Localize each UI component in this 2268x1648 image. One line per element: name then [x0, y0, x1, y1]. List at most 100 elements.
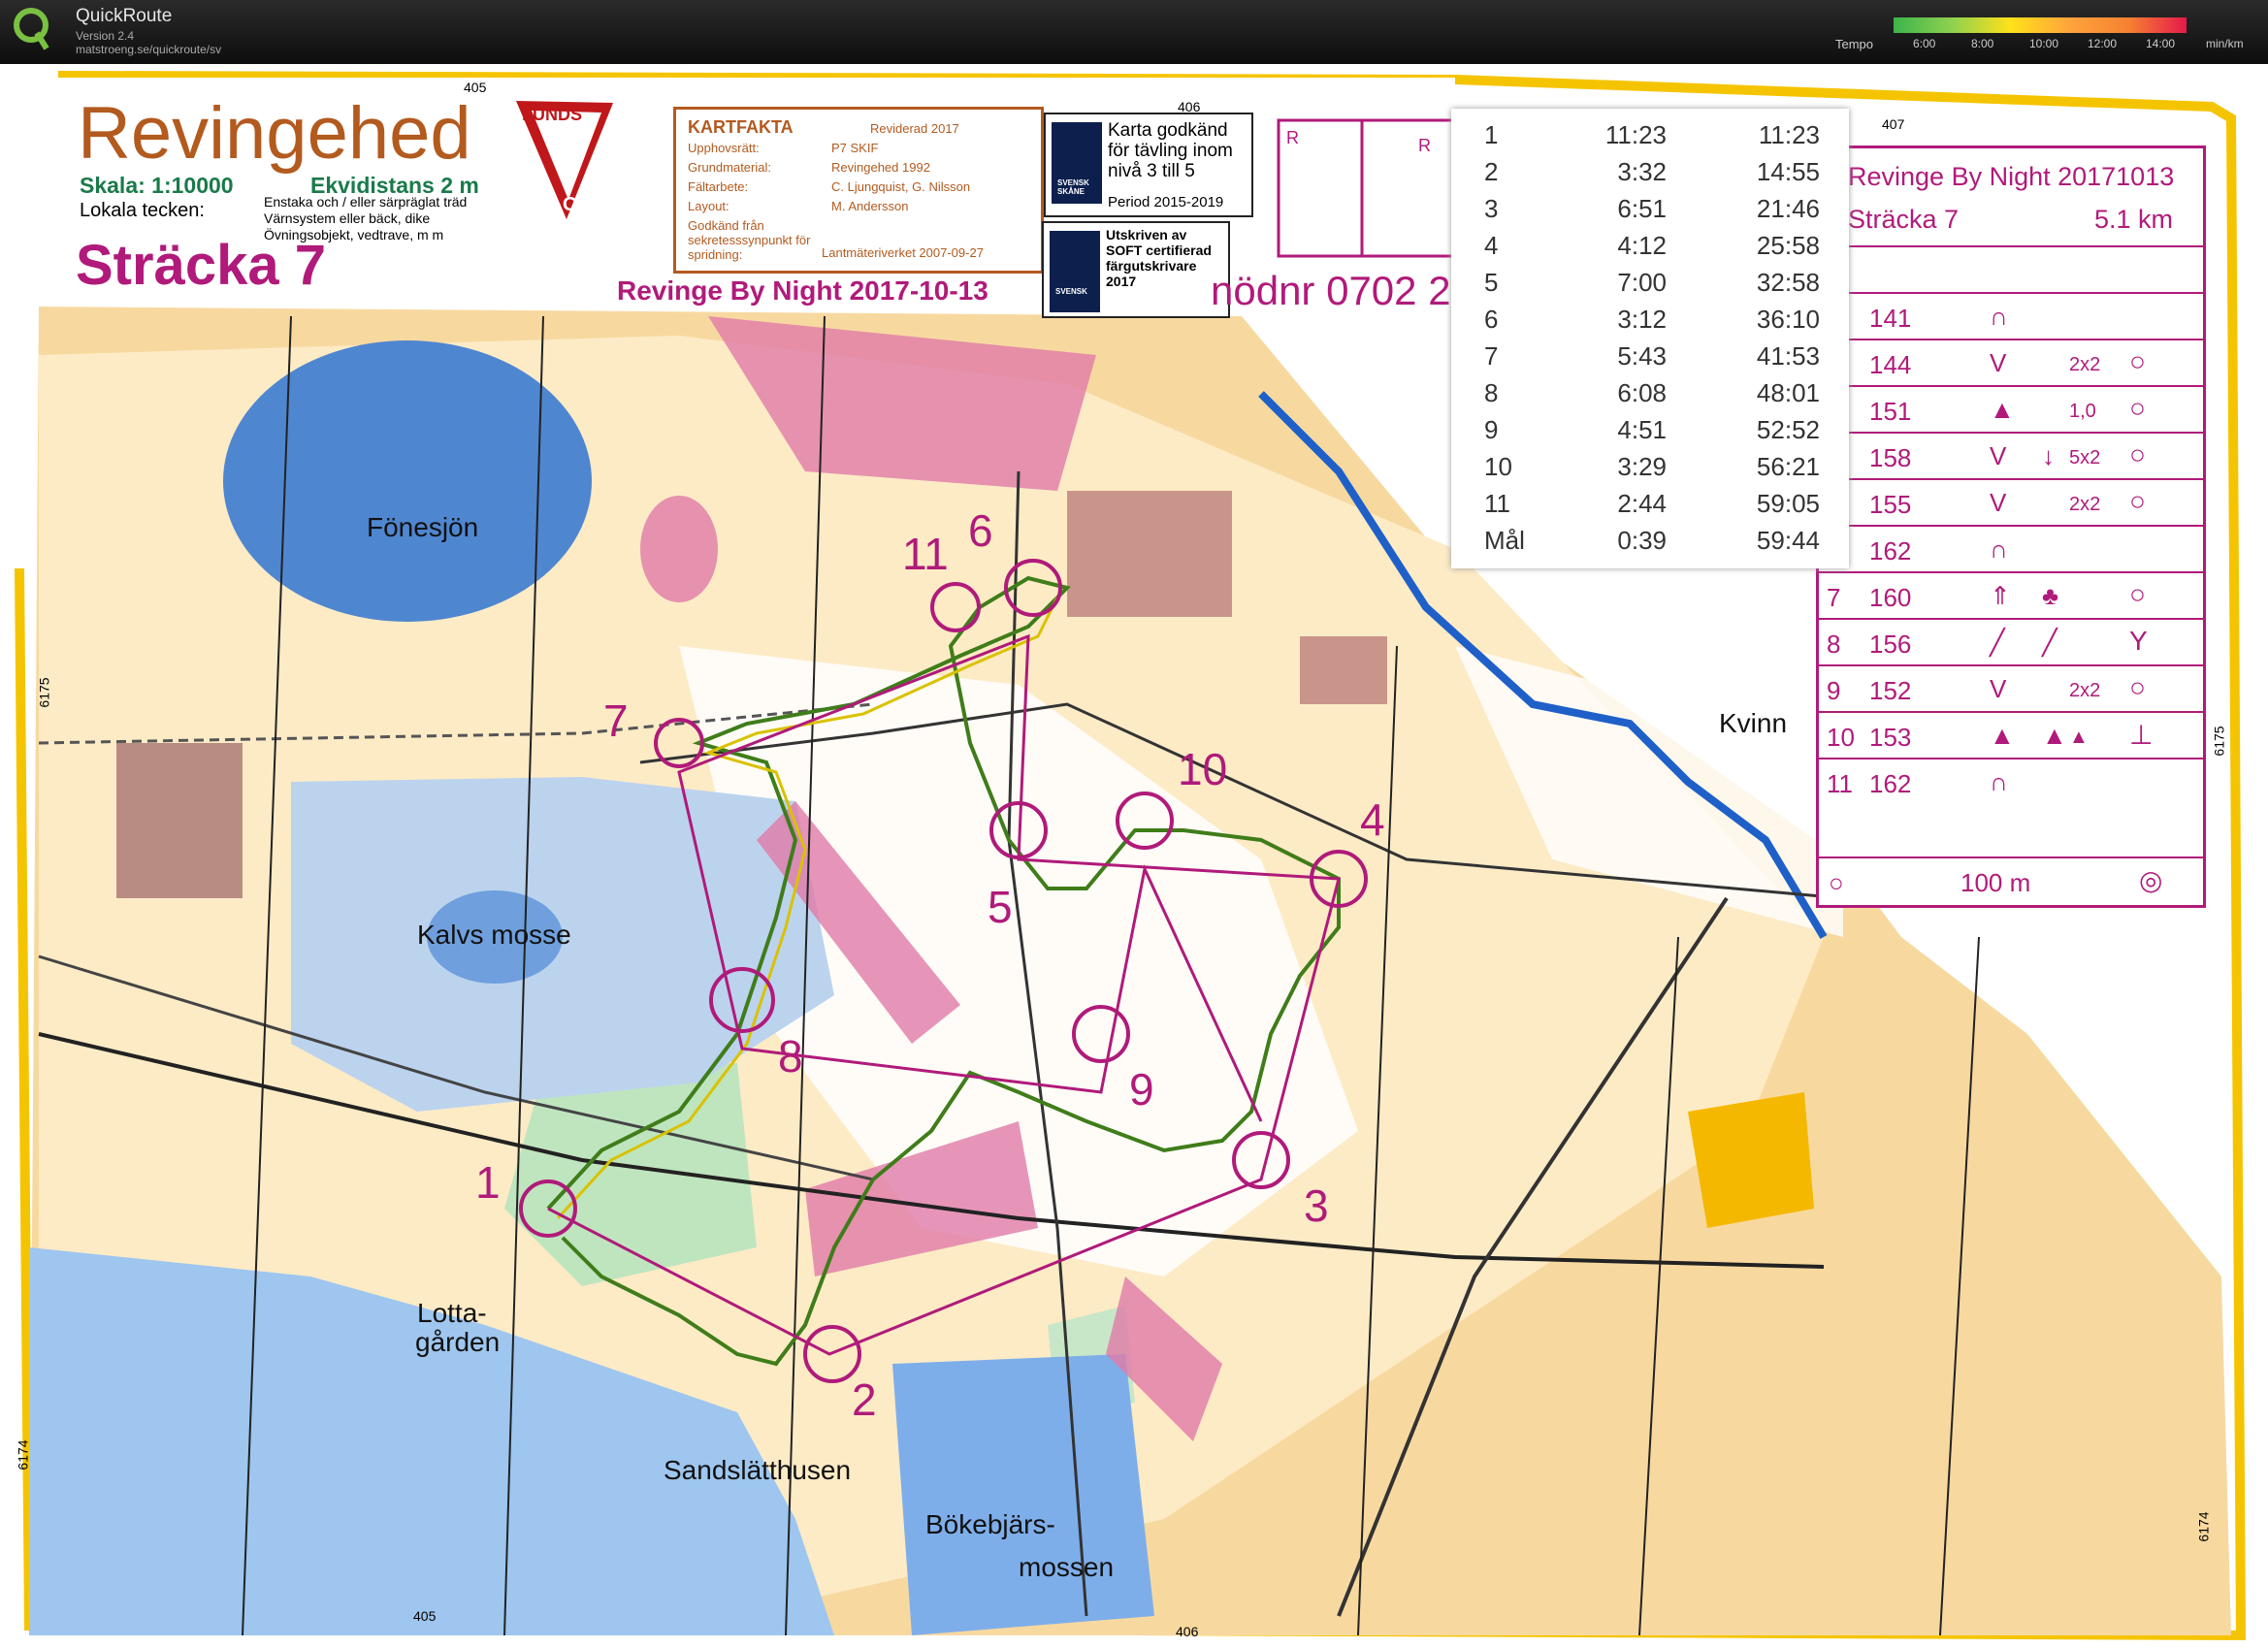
description-sym: ▲ [1990, 721, 2015, 750]
description-end: ○ [2129, 346, 2146, 376]
grid-label: 406 [1176, 1624, 1199, 1639]
grid-label: 407 [1882, 116, 1905, 132]
place-name: Kalvs mosse [417, 920, 571, 950]
split-row: Mål 0:39 59:44 [1451, 526, 1849, 563]
tempo-tick: 14:00 [2146, 37, 2176, 50]
split-leg: 7:00 [1617, 268, 1667, 297]
tempo-label: Tempo [1835, 37, 1874, 51]
split-total: 41:53 [1756, 341, 1820, 371]
description-row: 4158V↓5x2○ [1819, 432, 2203, 480]
tempo-unit: min/km [2206, 37, 2244, 50]
split-row: 6 3:12 36:10 [1451, 305, 1849, 341]
finish-icon: ◎ [2139, 865, 2163, 895]
place-name: Bökebjärs- [925, 1509, 1055, 1539]
split-row: 7 5:43 41:53 [1451, 341, 1849, 378]
tempo-color-scale [1894, 17, 2187, 33]
description-sym: ∩ [1990, 302, 2008, 331]
approval-text: Karta godkänd för tävling inom nivå 3 ti… [1108, 120, 1233, 181]
description-finish-row: ○ 100 m ◎ [1819, 856, 2203, 907]
description-event: Revinge By Night 20171013 [1848, 162, 2175, 191]
box-letter: R [1418, 136, 1431, 155]
description-sym: V [1990, 674, 2007, 703]
description-code: 162 [1869, 769, 1912, 798]
description-code: 151 [1869, 397, 1912, 426]
split-total: 48:01 [1756, 378, 1820, 407]
description-row: 5155V2x2○ [1819, 478, 2203, 527]
description-code: 152 [1869, 676, 1912, 705]
split-n: 8 [1484, 378, 1499, 407]
description-row: 1141∩ [1819, 292, 2203, 340]
description-end: ○ [2129, 672, 2146, 702]
description-row: 9 152 V 2x2 ○ [1819, 664, 2203, 713]
app-title: QuickRoute [76, 6, 173, 26]
description-sym2: ╱ [2042, 628, 2057, 657]
description-sym2: ↓ [2042, 441, 2055, 470]
split-n: 11 [1484, 489, 1510, 518]
description-dim: 5x2 [2069, 447, 2101, 469]
control-description-sheet: Revinge By Night 20171013 Sträcka 7 5.1 … [1816, 145, 2206, 908]
map-scale: Skala: 1:10000 [80, 173, 234, 198]
description-course: Sträcka 7 [1848, 205, 1960, 234]
split-leg: 0:39 [1617, 526, 1667, 555]
split-n: 10 [1484, 452, 1512, 481]
fact-key: Grundmaterial: [688, 160, 771, 175]
event-name: Revinge By Night 2017-10-13 [617, 275, 988, 306]
facts-revised: Reviderad 2017 [870, 121, 959, 136]
split-n: 2 [1484, 157, 1499, 186]
description-code: 153 [1869, 723, 1912, 752]
control-number: 2 [852, 1374, 877, 1425]
description-sym: ∩ [1990, 767, 2008, 796]
split-n: 7 [1484, 341, 1499, 371]
finish-distance: 100 m [1960, 868, 2031, 897]
description-row: 11 162 ∩ [1819, 758, 2203, 806]
description-sym: ⇑ [1990, 581, 2011, 610]
place-name: Kvinn [1719, 708, 1788, 738]
description-end: ○ [2129, 486, 2146, 516]
svensk-badge-icon: SVENSK SKÅNE [1052, 122, 1102, 204]
marsh-bokebjars [892, 1354, 1154, 1635]
app-url: matstroeng.se/quickroute/sv [76, 43, 222, 56]
description-n: 11 [1827, 769, 1853, 798]
description-code: 160 [1869, 583, 1912, 612]
split-n: 4 [1484, 231, 1499, 260]
control-number: 9 [1129, 1064, 1154, 1115]
split-n: 6 [1484, 305, 1499, 334]
badge-label: SVENSK SKÅNE [1057, 178, 1089, 196]
description-dim: 2x2 [2069, 680, 2101, 701]
split-n: 1 [1484, 120, 1499, 149]
description-sym2: ▲ [2042, 721, 2067, 750]
description-sym: V [1990, 348, 2007, 377]
split-row: 8 6:08 48:01 [1451, 378, 1849, 415]
split-row: 1 11:23 11:23 [1451, 120, 1849, 157]
split-total: 36:10 [1756, 305, 1820, 334]
split-total: 32:58 [1756, 268, 1820, 297]
description-n: 8 [1827, 630, 1841, 659]
legend-item: Enstaka och / eller särpräglat träd [264, 194, 468, 210]
description-header-row: ▷ [1819, 245, 2203, 294]
club-abbrev: OK [563, 194, 592, 215]
split-total: 59:44 [1756, 526, 1820, 555]
legend-item: Värnsystem eller bäck, dike [264, 210, 431, 226]
map-canvas[interactable]: Revingehed Skala: 1:10000 Ekvidistans 2 … [0, 64, 2268, 1648]
split-row: 10 3:29 56:21 [1451, 452, 1849, 489]
split-total: 25:58 [1756, 231, 1820, 260]
split-leg: 4:12 [1617, 231, 1667, 260]
control-number: 8 [778, 1031, 803, 1082]
split-total: 52:52 [1756, 415, 1820, 444]
description-end: ○ [2129, 439, 2146, 469]
description-dim: 1,0 [2069, 401, 2096, 422]
description-dim: 2x2 [2069, 494, 2101, 515]
split-leg: 3:32 [1617, 157, 1667, 186]
control-number: 6 [968, 505, 993, 556]
description-row: 7 160 ⇑ ♣ ○ [1819, 571, 2203, 620]
split-total: 59:05 [1756, 489, 1820, 518]
stage-title: Sträcka 7 [76, 234, 326, 297]
split-leg: 3:29 [1617, 452, 1667, 481]
fact-key: Fältarbete: [688, 179, 749, 194]
split-times-panel: 1 11:23 11:23 2 3:32 14:55 3 6:51 21:46 4 4:12 25:5… [1451, 109, 1849, 568]
split-total: 14:55 [1756, 157, 1820, 186]
split-n: 3 [1484, 194, 1499, 223]
place-name: Sandslätthusen [664, 1455, 852, 1485]
box-letter: R [1286, 128, 1299, 147]
description-row: 2144V2x2○ [1819, 339, 2203, 387]
